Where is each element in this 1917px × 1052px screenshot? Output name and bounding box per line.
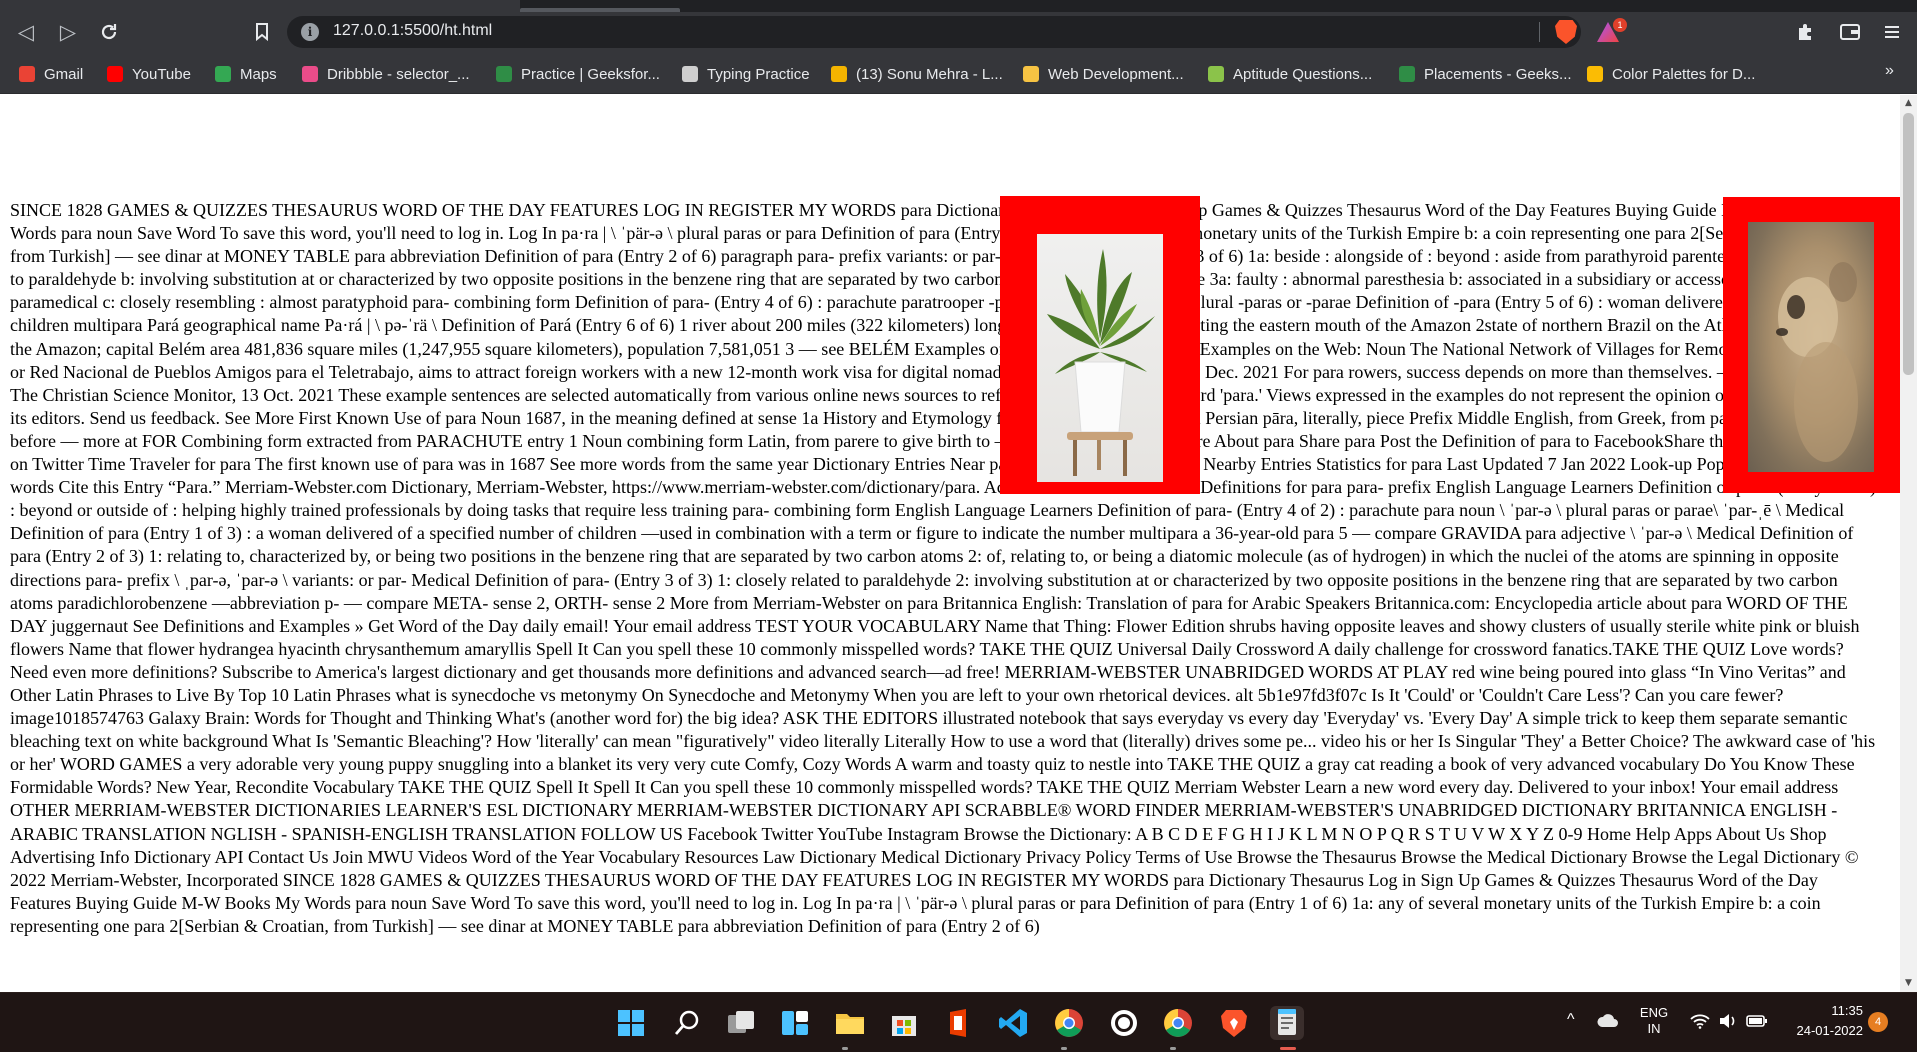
search-icon[interactable] (670, 1006, 704, 1040)
bookmark-icon[interactable] (246, 18, 278, 46)
brave-icon[interactable] (1217, 1006, 1251, 1040)
bookmark-maps[interactable]: Maps (215, 63, 277, 85)
bookmark-gmail[interactable]: Gmail (19, 63, 83, 85)
color-palettes-icon (1587, 66, 1603, 82)
address-bar[interactable]: i 127.0.0.1:5500/ht.html 1 (287, 16, 1627, 48)
web-dev-icon (1023, 66, 1039, 82)
microsoft-store-icon[interactable] (887, 1006, 921, 1040)
potted-plant-image (1037, 234, 1163, 482)
chrome-icon[interactable] (1161, 1006, 1195, 1040)
omnibox-separator (1539, 22, 1540, 42)
aptitude-icon (1208, 66, 1224, 82)
geeksforgeeks-icon (1399, 66, 1415, 82)
running-indicator (1170, 1047, 1176, 1050)
dribbble-icon (302, 66, 318, 82)
volume-icon[interactable] (1718, 1013, 1738, 1034)
bookmark-practice-geeksforgeeks[interactable]: Practice | Geeksfor... (496, 63, 660, 85)
menu-icon[interactable] (1876, 18, 1908, 46)
file-explorer-icon[interactable] (833, 1006, 867, 1040)
bookmarks-bar: Gmail YouTube Maps Dribbble - selector_.… (0, 52, 1917, 94)
bookmark-color-palettes[interactable]: Color Palettes for D... (1587, 63, 1755, 85)
page-body-text: SINCE 1828 GAMES & QUIZZES THESAURUS WOR… (10, 200, 1882, 936)
bookmark-label: Color Palettes for D... (1612, 65, 1756, 83)
linkedin-icon (831, 66, 847, 82)
bookmark-label: Web Development... (1048, 65, 1184, 83)
task-view-icon[interactable] (724, 1006, 758, 1040)
maps-icon (215, 66, 231, 82)
language-indicator[interactable]: ENG IN (1637, 1005, 1671, 1037)
show-hidden-icons-chevron-icon[interactable]: ^ (1567, 1011, 1575, 1029)
bookmark-label: Placements - Geeks... (1424, 65, 1572, 83)
reload-icon[interactable] (93, 18, 125, 46)
bookmark-linkedin[interactable]: (13) Sonu Mehra - L... (831, 63, 1003, 85)
clock-date: 24-01-2022 (1796, 1023, 1864, 1038)
scroll-up-arrow-icon[interactable]: ▲ (1900, 95, 1917, 112)
bookmark-web-development[interactable]: Web Development... (1023, 63, 1184, 85)
bookmark-label: Maps (240, 65, 277, 83)
gmail-icon (19, 66, 35, 82)
page-viewport: SINCE 1828 GAMES & QUIZZES THESAURUS WOR… (0, 95, 1900, 992)
vscode-icon[interactable] (996, 1006, 1030, 1040)
notification-count-badge[interactable]: 4 (1868, 1012, 1888, 1032)
brave-shields-icon[interactable] (1555, 20, 1577, 44)
wallet-icon[interactable] (1834, 18, 1866, 46)
browser-toolbar: ◁ ▷ i 127.0.0.1:5500/ht.html 1 (0, 12, 1917, 52)
meerkat-image-frame (1723, 197, 1900, 493)
scroll-down-arrow-icon[interactable]: ▼ (1900, 975, 1917, 992)
widgets-icon[interactable] (778, 1006, 812, 1040)
site-info-icon[interactable]: i (301, 23, 319, 41)
tab-strip (0, 0, 1917, 12)
notepad-icon[interactable] (1270, 1006, 1304, 1040)
back-arrow-icon[interactable]: ◁ (10, 18, 42, 46)
extensions-icon[interactable] (1789, 18, 1821, 46)
forward-arrow-icon[interactable]: ▷ (52, 18, 84, 46)
bookmark-label: YouTube (132, 65, 191, 83)
bookmark-label: Dribbble - selector_... (327, 65, 470, 83)
windows-start-icon[interactable] (614, 1006, 648, 1040)
whatsapp-icon[interactable] (1107, 1006, 1141, 1040)
clock[interactable]: 11:35 24-01-2022 (1781, 1001, 1864, 1041)
scrollbar-thumb[interactable] (1903, 113, 1914, 375)
battery-icon[interactable] (1746, 1013, 1768, 1034)
bookmark-youtube[interactable]: YouTube (107, 63, 191, 85)
running-indicator (1061, 1047, 1067, 1050)
typing-icon (682, 66, 698, 82)
bookmark-label: Aptitude Questions... (1233, 65, 1373, 83)
bookmark-label: Practice | Geeksfor... (521, 65, 660, 83)
windows-taskbar: ^ ENG IN 11:35 24-01-2022 4 (0, 992, 1917, 1052)
youtube-icon (107, 66, 123, 82)
region-code: IN (1647, 1021, 1661, 1036)
bookmark-placements-geeksforgeeks[interactable]: Placements - Geeks... (1399, 63, 1572, 85)
bookmark-aptitude-questions[interactable]: Aptitude Questions... (1208, 63, 1372, 85)
running-indicator (842, 1047, 848, 1050)
bookmarks-overflow-button[interactable]: » (1885, 62, 1894, 80)
active-tab[interactable] (0, 0, 520, 12)
wifi-icon[interactable] (1690, 1013, 1710, 1034)
bookmark-label: Gmail (44, 65, 84, 83)
onedrive-cloud-icon[interactable] (1596, 1013, 1620, 1034)
url-text[interactable]: 127.0.0.1:5500/ht.html (333, 22, 492, 40)
bookmark-typing-practice[interactable]: Typing Practice (682, 63, 810, 85)
bookmark-label: Typing Practice (707, 65, 810, 83)
meerkat-image (1748, 222, 1874, 472)
bookmark-label: (13) Sonu Mehra - L... (856, 65, 1003, 83)
plant-image-frame (1000, 196, 1200, 494)
clock-time: 11:35 (1831, 1003, 1863, 1018)
chrome-icon[interactable] (1052, 1006, 1086, 1040)
office-icon[interactable] (941, 1006, 975, 1040)
page-scrollbar[interactable]: ▲ ▼ (1900, 95, 1917, 992)
language-code: ENG (1639, 1005, 1669, 1020)
geeksforgeeks-icon (496, 66, 512, 82)
active-indicator (1280, 1047, 1296, 1050)
bookmark-dribbble[interactable]: Dribbble - selector_... (302, 63, 470, 85)
rewards-badge: 1 (1613, 18, 1627, 32)
